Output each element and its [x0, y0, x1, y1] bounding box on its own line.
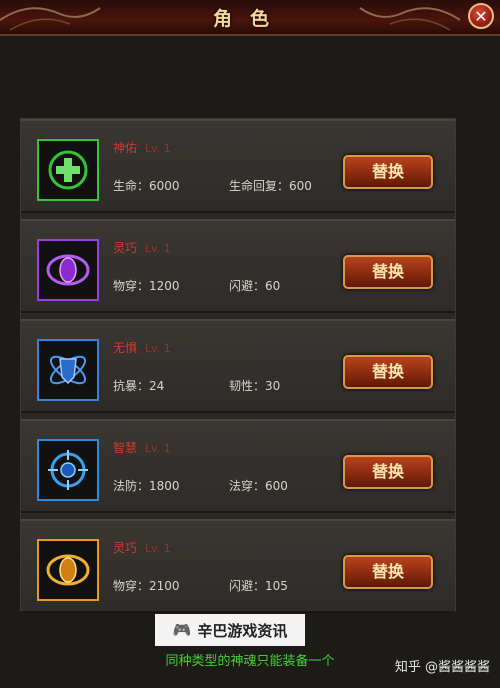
list-item: 神佑 Lv. 1 生命：6000 生命回复：600 替换 — [21, 119, 455, 213]
replace-button[interactable]: 替换 — [343, 555, 433, 589]
orbit-shield-icon — [37, 339, 99, 401]
soul-level: Lv. 1 — [145, 442, 171, 455]
stat-secondary: 法穿：600 — [229, 479, 288, 493]
soul-level: Lv. 1 — [145, 542, 171, 555]
stat-primary: 物穿：1200 — [113, 279, 180, 293]
replace-button[interactable]: 替换 — [343, 355, 433, 389]
crosshair-icon — [37, 439, 99, 501]
soul-level: Lv. 1 — [145, 242, 171, 255]
plus-heal-icon — [37, 139, 99, 201]
title-bar: 角色 ✕ — [0, 0, 500, 36]
soul-name: 灵巧 Lv. 1 — [113, 541, 171, 555]
list-item: 智慧 Lv. 1 法防：1800 法穿：600 替换 — [21, 419, 455, 513]
stat-primary: 法防：1800 — [113, 479, 180, 493]
stat-secondary: 闪避：105 — [229, 579, 288, 593]
replace-button[interactable]: 替换 — [343, 155, 433, 189]
list-item: 灵巧 Lv. 1 物穿：2100 闪避：105 替换 — [21, 519, 455, 613]
close-icon: ✕ — [474, 6, 488, 26]
soul-name: 无惧 Lv. 1 — [113, 341, 171, 355]
site-watermark: 🎮 辛巴游戏资讯 — [155, 614, 305, 646]
replace-button[interactable]: 替换 — [343, 455, 433, 489]
stat-secondary: 韧性：30 — [229, 379, 281, 393]
eye-icon — [37, 539, 99, 601]
soul-name: 灵巧 Lv. 1 — [113, 241, 171, 255]
stat-primary: 生命：6000 — [113, 179, 180, 193]
stat-secondary: 闪避：60 — [229, 279, 281, 293]
soul-name: 神佑 Lv. 1 — [113, 141, 171, 155]
zhihu-watermark: 知乎 @酱酱酱酱 — [394, 660, 490, 675]
stat-primary: 物穿：2100 — [113, 579, 180, 593]
list-item: 无惧 Lv. 1 抗暴：24 韧性：30 替换 — [21, 319, 455, 413]
soul-list: 神佑 Lv. 1 生命：6000 生命回复：600 替换 灵巧 Lv. 1 物穿：1… — [20, 118, 456, 613]
list-item: 灵巧 Lv. 1 物穿：1200 闪避：60 替换 — [21, 219, 455, 313]
soul-level: Lv. 1 — [145, 142, 171, 155]
stat-primary: 抗暴：24 — [113, 379, 165, 393]
replace-button[interactable]: 替换 — [343, 255, 433, 289]
eye-icon — [37, 239, 99, 301]
close-button[interactable]: ✕ — [468, 3, 494, 29]
soul-level: Lv. 1 — [145, 342, 171, 355]
page-title: 角色 — [212, 8, 287, 30]
gamepad-icon: 🎮 — [172, 621, 192, 639]
soul-name: 智慧 Lv. 1 — [113, 441, 171, 455]
stat-secondary: 生命回复：600 — [229, 179, 312, 193]
